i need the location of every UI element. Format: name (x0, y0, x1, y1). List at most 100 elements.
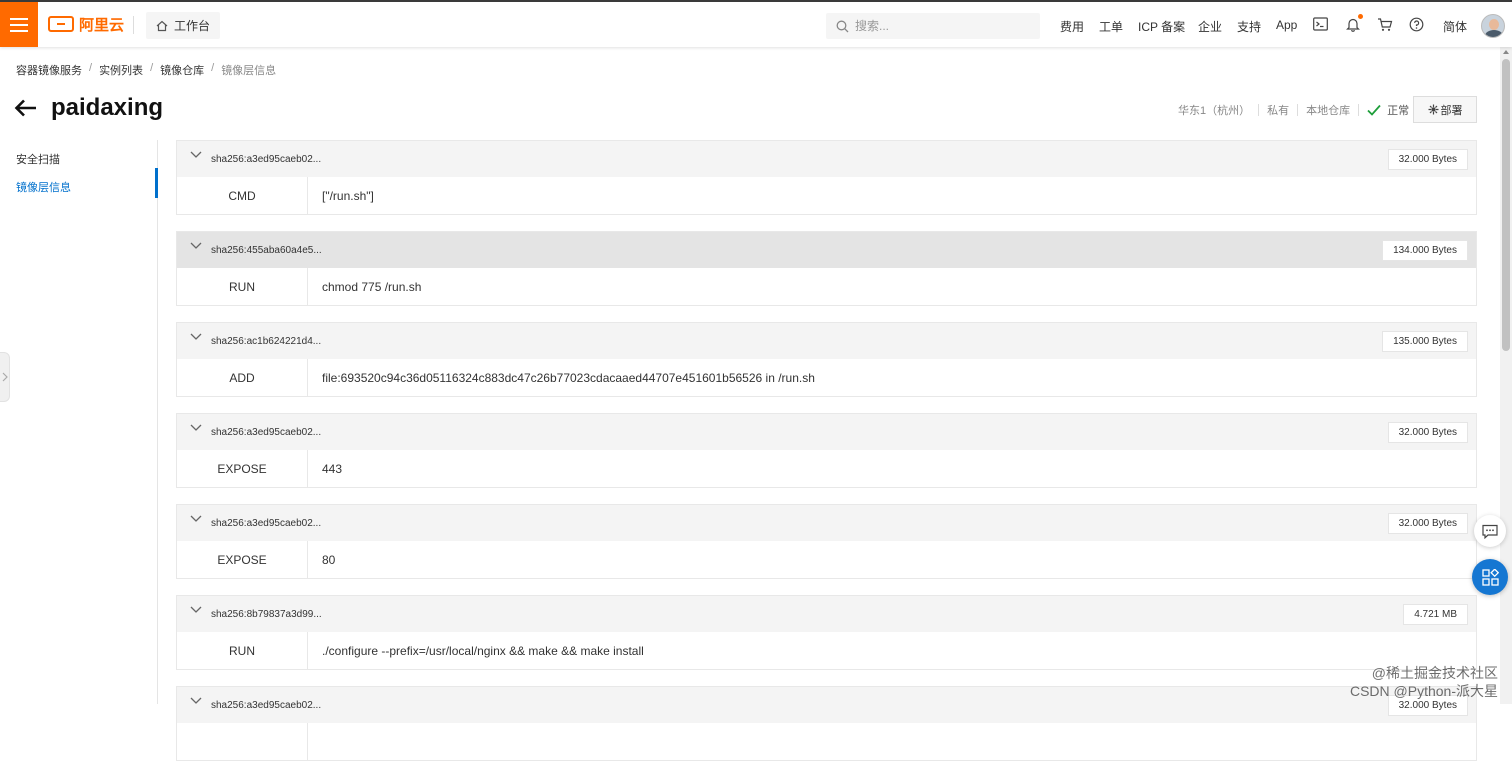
feedback-button[interactable] (1474, 515, 1506, 547)
search-input[interactable] (855, 19, 1025, 33)
deploy-button[interactable]: 部署 (1413, 96, 1477, 123)
avatar[interactable] (1481, 14, 1505, 38)
layer-digest: sha256:ac1b624221d4... (211, 336, 322, 347)
sidenav-item-layer-info[interactable]: 镜像层信息 (16, 179, 71, 195)
layer-header[interactable]: sha256:a3ed95caeb02... 32.000 Bytes (177, 414, 1476, 450)
layer-command: file:693520c94c36d05116324c883dc47c26b77… (322, 371, 815, 385)
layer-size-badge: 134.000 Bytes (1382, 240, 1468, 261)
layer-instruction: CMD (177, 177, 308, 215)
layer-header[interactable]: sha256:a3ed95caeb02... 32.000 Bytes (177, 141, 1476, 177)
sidenav-item-security-scan[interactable]: 安全扫描 (16, 151, 60, 167)
layer-card: sha256:a3ed95caeb02... 32.000 Bytes EXPOSE… (176, 413, 1477, 488)
chevron-down-icon[interactable] (190, 606, 202, 614)
layer-size-badge: 4.721 MB (1403, 604, 1468, 625)
layer-row (177, 723, 1476, 761)
notification-dot (1358, 14, 1363, 19)
chevron-down-icon[interactable] (190, 424, 202, 432)
nav-enterprise[interactable]: 企业 (1198, 18, 1222, 35)
layer-card: sha256:a3ed95caeb02... 32.000 Bytes EXPOSE… (176, 504, 1477, 579)
layer-card: sha256:8b79837a3d99... 4.721 MB RUN ./confi… (176, 595, 1477, 670)
cart-icon[interactable] (1377, 17, 1393, 35)
language-switch[interactable]: 简体 (1443, 18, 1467, 35)
nav-app[interactable]: App (1276, 18, 1297, 32)
chevron-right-icon (2, 372, 8, 382)
divider (133, 16, 134, 34)
layer-instruction: RUN (177, 268, 308, 306)
layer-header[interactable]: sha256:455aba60a4e5... 134.000 Bytes (177, 232, 1476, 268)
page-title: paidaxing (51, 94, 164, 121)
avatar-body (1485, 30, 1503, 37)
layer-row: ADD file:693520c94c36d05116324c883dc47c26… (177, 359, 1476, 397)
search-icon (836, 20, 849, 32)
menu-icon[interactable] (0, 2, 38, 47)
chevron-down-icon[interactable] (190, 242, 202, 250)
source-label: 本地仓库 (1306, 105, 1351, 117)
bell-icon[interactable] (1346, 17, 1360, 35)
layer-header[interactable]: sha256:8b79837a3d99... 4.721 MB (177, 596, 1476, 632)
layer-card: sha256:a3ed95caeb02... 32.000 Bytes CMD ["/… (176, 140, 1477, 215)
breadcrumb-item-instances[interactable]: 实例列表 (99, 62, 143, 78)
scrollbar[interactable] (1500, 47, 1512, 704)
status-label: 正常 (1387, 105, 1410, 117)
workbench-button[interactable]: 工作台 (146, 12, 221, 39)
aliyun-logo[interactable]: 阿里云 (48, 14, 124, 34)
layer-instruction: EXPOSE (177, 541, 308, 579)
search-box[interactable] (826, 13, 1040, 39)
apps-button[interactable] (1472, 559, 1508, 595)
layer-command: ["/run.sh"] (322, 189, 374, 203)
layer-digest: sha256:a3ed95caeb02... (211, 154, 322, 165)
workbench-label: 工作台 (174, 19, 211, 33)
breadcrumb: 容器镜像服务 / 实例列表 / 镜像仓库 / 镜像层信息 (16, 62, 277, 78)
layer-command: 80 (322, 553, 336, 567)
deploy-label: 部署 (1440, 104, 1463, 117)
layer-row: RUN ./configure --prefix=/usr/local/nginx… (177, 632, 1476, 670)
layer-header[interactable]: sha256:a3ed95caeb02... 32.000 Bytes (177, 505, 1476, 541)
active-indicator (155, 168, 158, 198)
back-arrow-icon[interactable] (14, 98, 38, 121)
layer-card: sha256:a3ed95caeb02... 32.000 Bytes (176, 686, 1477, 761)
brand-name: 阿里云 (79, 16, 125, 34)
collapse-handle[interactable] (0, 352, 10, 402)
top-bar: 阿里云 工作台 费用 工单 ICP 备案 企业 支持 App 简体 (0, 0, 1512, 47)
layer-size-badge: 135.000 Bytes (1382, 331, 1468, 352)
layer-row: CMD ["/run.sh"] (177, 177, 1476, 215)
layer-instruction: EXPOSE (177, 450, 308, 488)
layer-command: 443 (322, 462, 343, 476)
scroll-thumb[interactable] (1502, 59, 1510, 351)
layer-size-badge: 32.000 Bytes (1387, 149, 1468, 170)
layer-digest: sha256:a3ed95caeb02... (211, 518, 322, 529)
layer-digest: sha256:a3ed95caeb02... (211, 427, 322, 438)
layer-header[interactable]: sha256:ac1b624221d4... 135.000 Bytes (177, 323, 1476, 359)
nav-icp[interactable]: ICP 备案 (1138, 18, 1185, 35)
nav-support[interactable]: 支持 (1237, 18, 1261, 35)
side-nav: 安全扫描 镜像层信息 (0, 140, 158, 704)
breadcrumb-item-acr[interactable]: 容器镜像服务 (16, 62, 82, 78)
check-icon (1367, 104, 1381, 116)
apps-icon (1481, 568, 1499, 586)
layer-instruction: ADD (177, 359, 308, 397)
aliyun-logo-icon (48, 16, 74, 32)
help-icon[interactable] (1409, 17, 1424, 35)
layer-card: sha256:455aba60a4e5... 134.000 Bytes RUN ch… (176, 231, 1477, 306)
nav-billing[interactable]: 费用 (1060, 18, 1084, 35)
nav-tickets[interactable]: 工单 (1099, 18, 1123, 35)
terminal-icon[interactable] (1313, 17, 1328, 34)
layer-size-badge: 32.000 Bytes (1387, 422, 1468, 443)
breadcrumb-item-repos[interactable]: 镜像仓库 (160, 62, 204, 78)
chevron-down-icon[interactable] (190, 333, 202, 341)
layer-command: chmod 775 /run.sh (322, 280, 422, 294)
home-icon (156, 20, 168, 31)
layer-header[interactable]: sha256:a3ed95caeb02... 32.000 Bytes (177, 687, 1476, 723)
layer-row: RUN chmod 775 /run.sh (177, 268, 1476, 306)
chevron-down-icon[interactable] (190, 151, 202, 159)
avatar-face (1489, 19, 1499, 30)
chevron-down-icon[interactable] (190, 515, 202, 523)
layer-command: ./configure --prefix=/usr/local/nginx &&… (322, 644, 644, 658)
layer-row: EXPOSE 80 (177, 541, 1476, 579)
region-label: 华东1（杭州） (1178, 105, 1251, 117)
layer-digest: sha256:455aba60a4e5... (211, 245, 322, 256)
watermark-csdn: CSDN @Python-派大星 (1349, 683, 1498, 699)
chat-icon (1482, 524, 1498, 539)
scroll-up-icon[interactable] (1503, 50, 1509, 54)
layer-digest: sha256:a3ed95caeb02... (211, 700, 322, 711)
